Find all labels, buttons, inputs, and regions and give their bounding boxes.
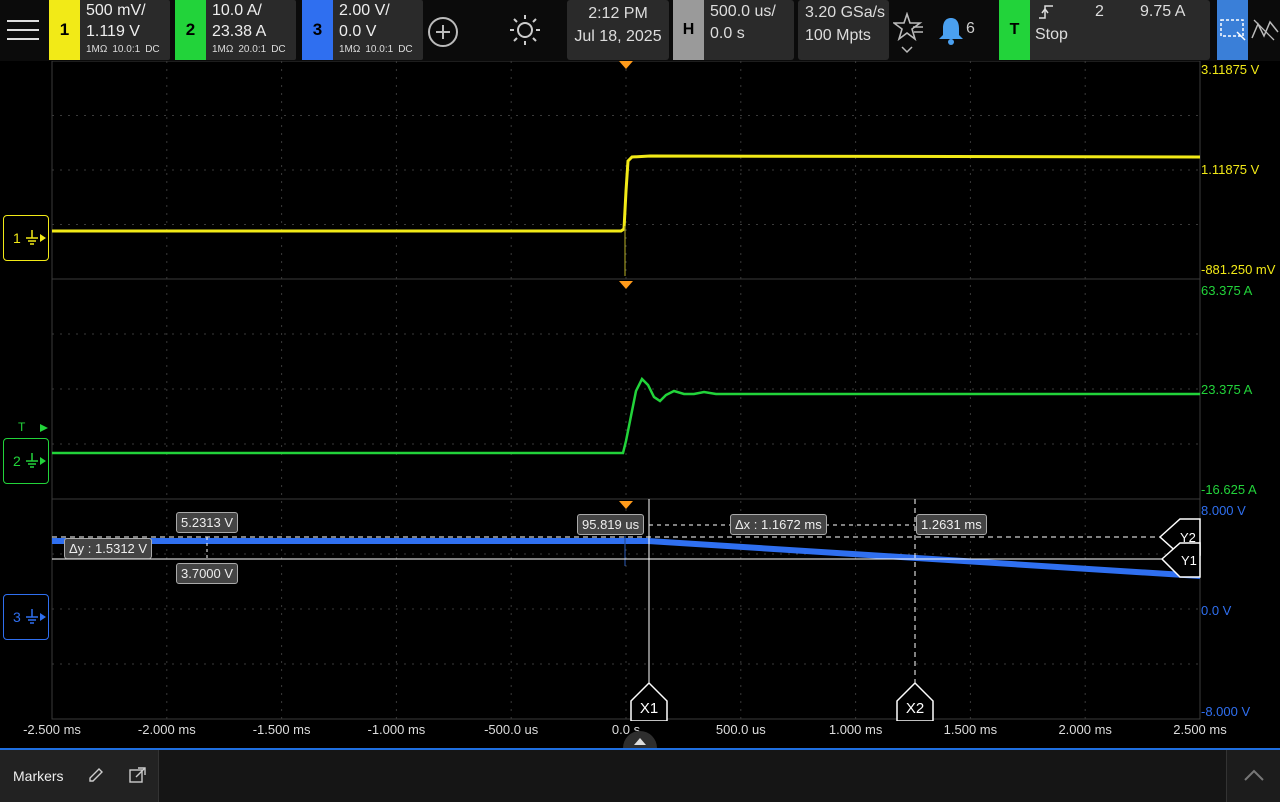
- edit-pencil-icon[interactable]: [87, 766, 105, 784]
- menu-icon[interactable]: [0, 0, 45, 60]
- ch2-scale-bottom: -16.625 A: [1201, 482, 1257, 497]
- channel-1-settings: 1MΩ 10.0:1 DC: [86, 44, 160, 55]
- top-toolbar: 1 500 mV/ 1.119 V 1MΩ 10.0:1 DC 2 10.0 A/ …: [0, 0, 1280, 61]
- horizontal-label: H: [673, 0, 704, 60]
- ground-icon: [26, 453, 46, 468]
- ch3-ground-marker[interactable]: 3: [3, 594, 49, 640]
- ch2-ground-marker[interactable]: 2: [3, 438, 49, 484]
- marker-y1-value: 3.7000 V: [176, 563, 239, 584]
- trigger-label: T: [999, 0, 1030, 60]
- ground-icon: [26, 609, 46, 624]
- channel-2-box[interactable]: 2 10.0 A/ 23.38 A 1MΩ 20.0:1 DC: [175, 0, 296, 60]
- datetime-box[interactable]: 2:12 PM Jul 18, 2025: [567, 0, 669, 60]
- acquisition-box[interactable]: 3.20 GSa/s 100 Mpts: [798, 0, 889, 60]
- zoom-box-icon: [1220, 19, 1246, 41]
- marker-x1-value: 95.819 us: [577, 514, 645, 535]
- channel-1-box[interactable]: 1 500 mV/ 1.119 V 1MΩ 10.0:1 DC: [49, 0, 170, 60]
- marker-x2-value: 1.2631 ms: [916, 514, 987, 535]
- time-tick-label: -1.500 ms: [252, 722, 311, 737]
- cursor-y1-label[interactable]: Y1: [1181, 553, 1197, 568]
- favorites-star-icon[interactable]: [893, 12, 925, 58]
- clock-date: Jul 18, 2025: [574, 28, 662, 45]
- ch3-scale-bottom: -8.000 V: [1201, 704, 1251, 719]
- ch3-scale-top: 8.000 V: [1201, 503, 1246, 518]
- cursor-x1-label[interactable]: X1: [631, 700, 667, 717]
- marker-y2-value: 5.2313 V: [176, 512, 239, 533]
- channel-1-offset: 1.119 V: [86, 23, 140, 40]
- ch1-scale-top: 3.11875 V: [1201, 62, 1260, 77]
- marker-delta-y: Δy : 1.5312 V: [64, 538, 153, 559]
- markers-tab-label: Markers: [13, 768, 64, 784]
- ch1-scale-mid: 1.11875 V: [1201, 162, 1260, 177]
- ch1-scale-bottom: -881.250 mV: [1201, 262, 1276, 277]
- ch2-scale-top: 63.375 A: [1201, 283, 1253, 298]
- channel-2-settings: 1MΩ 20.0:1 DC: [212, 44, 286, 55]
- markers-tab[interactable]: Markers: [0, 750, 159, 802]
- trigger-position-marker-ch3: [619, 501, 633, 509]
- ground-icon: [26, 230, 46, 245]
- ch2-scale-mid: 23.375 A: [1201, 382, 1253, 397]
- notification-count: 6: [966, 20, 975, 37]
- channel-3-settings: 1MΩ 10.0:1 DC: [339, 44, 413, 55]
- time-tick-label: -1.000 ms: [367, 722, 426, 737]
- channel-3-offset: 0.0 V: [339, 23, 377, 40]
- chevron-up-icon: [1244, 769, 1264, 781]
- expand-panel-button[interactable]: [1226, 750, 1280, 802]
- channel-2-scale: 10.0 A/: [212, 2, 262, 19]
- zoom-select-button[interactable]: [1217, 0, 1248, 60]
- time-tick-label: 1.000 ms: [828, 722, 883, 737]
- channel-1-scale: 500 mV/: [86, 2, 146, 19]
- trigger-position-marker-ch1: [619, 61, 633, 69]
- channel-1-number: 1: [49, 0, 80, 60]
- time-tick-label: 1.500 ms: [943, 722, 998, 737]
- run-state: Stop: [1035, 26, 1068, 43]
- sample-rate: 3.20 GSa/s: [805, 4, 886, 21]
- time-tick-label: -2.500 ms: [23, 722, 81, 737]
- clock-time: 2:12 PM: [588, 5, 648, 22]
- channel-2-trace: [52, 376, 1200, 455]
- horizontal-position: 0.0 s: [710, 25, 745, 42]
- time-tick-label: -500.0 us: [484, 722, 539, 737]
- measure-waveform-icon[interactable]: [1250, 16, 1280, 44]
- brightness-icon[interactable]: [508, 13, 542, 47]
- ch1-ground-marker[interactable]: 1: [3, 215, 49, 261]
- trigger-level-arrow-icon[interactable]: [38, 423, 50, 433]
- channel-2-number: 2: [175, 0, 206, 60]
- memory-depth: 100 Mpts: [805, 27, 871, 44]
- trigger-level-label: T: [18, 420, 26, 434]
- time-tick-label: -2.000 ms: [137, 722, 196, 737]
- trigger-position-marker-ch2: [619, 281, 633, 289]
- horizontal-box[interactable]: H 500.0 us/ 0.0 s: [673, 0, 794, 60]
- time-tick-label: 2.000 ms: [1058, 722, 1112, 737]
- time-tick-label: 2.500 ms: [1173, 722, 1227, 737]
- cursor-x2-label[interactable]: X2: [897, 700, 933, 717]
- channel-3-scale: 2.00 V/: [339, 2, 390, 19]
- horizontal-scale: 500.0 us/: [710, 3, 776, 20]
- trigger-box[interactable]: T 2 9.75 A Stop: [999, 0, 1210, 60]
- add-channel-icon[interactable]: [428, 17, 458, 47]
- channel-3-number: 3: [302, 0, 333, 60]
- channel-1-trace: [52, 154, 1201, 233]
- marker-delta-x: Δx : 1.1672 ms: [730, 514, 827, 535]
- rising-edge-icon: [1039, 5, 1053, 19]
- time-tick-label: 500.0 us: [715, 722, 766, 737]
- trigger-level: 9.75 A: [1140, 3, 1186, 20]
- channel-2-offset: 23.38 A: [212, 23, 267, 40]
- notification-bell-icon[interactable]: [937, 16, 965, 46]
- external-open-icon[interactable]: [128, 766, 148, 784]
- ch3-scale-mid: 0.0 V: [1201, 603, 1232, 618]
- waveform-area[interactable]: [0, 61, 1280, 721]
- bottom-bar: Markers: [0, 748, 1280, 802]
- channel-3-box[interactable]: 3 2.00 V/ 0.0 V 1MΩ 10.0:1 DC: [302, 0, 423, 60]
- cursor-y2-label[interactable]: Y2: [1180, 530, 1196, 545]
- trigger-source: 2: [1095, 3, 1104, 20]
